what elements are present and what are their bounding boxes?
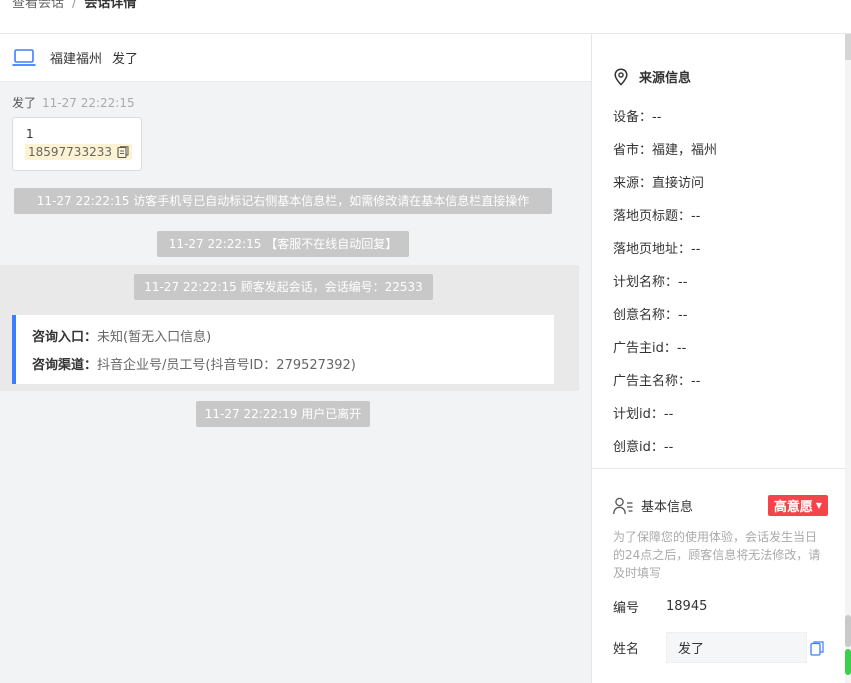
customer-id-label: 编号 xyxy=(613,601,640,616)
system-message-user-left: 11-27 22:22:19 用户已离开 xyxy=(196,401,370,427)
source-item-region: 省市：福建，福州 xyxy=(613,139,717,172)
customer-name-field: 姓名 发了 xyxy=(613,632,807,663)
source-item-advertiser-name: 广告主名称：-- xyxy=(613,370,717,403)
channel-label: 咨询渠道： xyxy=(32,358,98,373)
source-item-label: 来源： xyxy=(613,176,653,191)
source-item-label: 落地页标题： xyxy=(613,209,692,224)
section-divider xyxy=(592,468,845,469)
copy-icon[interactable] xyxy=(117,145,129,159)
source-item-label: 设备： xyxy=(613,110,653,125)
source-item-plan-id: 计划id：-- xyxy=(613,403,717,436)
source-info-list: 设备：-- 省市：福建，福州 来源：直接访问 落地页标题：-- 落地页地址：--… xyxy=(613,106,717,469)
customer-id-field: 编号 18945 xyxy=(613,597,707,616)
source-item-value: -- xyxy=(678,275,688,290)
channel-value: 抖音企业号/员工号(抖音号ID：279527392) xyxy=(97,358,356,373)
source-item-value: 福建，福州 xyxy=(652,143,718,158)
intent-dropdown[interactable]: 高意愿 ▼ xyxy=(767,495,828,516)
breadcrumb-parent[interactable]: 查看会话 xyxy=(12,0,64,11)
user-list-icon xyxy=(613,497,633,514)
source-item-label: 创意名称： xyxy=(613,308,679,323)
source-item-source: 来源：直接访问 xyxy=(613,172,717,205)
source-info-title: 来源信息 xyxy=(613,67,691,86)
source-item-device: 设备：-- xyxy=(613,106,717,139)
location-pin-icon xyxy=(614,67,628,86)
visitor-location: 福建福州 xyxy=(50,52,103,67)
message-bubble: 1 18597733233 xyxy=(12,117,142,171)
source-item-landing-url: 落地页地址：-- xyxy=(613,238,717,271)
chat-header: 福建福州 发了 xyxy=(0,34,591,82)
basic-info-label: 基本信息 xyxy=(641,500,694,515)
breadcrumb-current: 会话详情 xyxy=(84,0,137,11)
entry-value: 未知(暂无入口信息) xyxy=(97,330,212,345)
copy-icon[interactable] xyxy=(810,641,824,656)
source-item-plan-name: 计划名称：-- xyxy=(613,271,717,304)
source-item-label: 广告主名称： xyxy=(613,374,692,389)
source-item-value: -- xyxy=(663,407,674,422)
customer-name-label: 姓名 xyxy=(613,642,640,657)
source-item-creative-id: 创意id：-- xyxy=(613,436,717,469)
chat-panel: 福建福州 发了 发了 11-27 22:22:15 1 18597733233 1… xyxy=(0,34,591,683)
source-item-value: -- xyxy=(691,242,701,257)
phone-highlight[interactable]: 18597733233 xyxy=(25,144,132,160)
source-item-label: 计划名称： xyxy=(613,275,679,290)
breadcrumb-separator: / xyxy=(72,0,77,11)
source-item-label: 落地页地址： xyxy=(613,242,692,257)
source-info-label: 来源信息 xyxy=(639,71,692,86)
source-item-label: 省市： xyxy=(613,143,653,158)
source-item-landing-title: 落地页标题：-- xyxy=(613,205,717,238)
source-item-creative-name: 创意名称：-- xyxy=(613,304,717,337)
system-message-session-start: 11-27 22:22:15 顾客发起会话，会话编号：22533 xyxy=(134,274,433,300)
scrollbar-top-segment xyxy=(845,34,851,60)
caret-down-icon: ▼ xyxy=(815,501,822,510)
message-sender: 发了 xyxy=(12,96,37,110)
source-item-advertiser-id: 广告主id：-- xyxy=(613,337,717,370)
message-text: 1 xyxy=(26,127,34,141)
scrollbar-indicator xyxy=(845,649,851,675)
source-item-value: -- xyxy=(691,209,701,224)
customer-name-input[interactable]: 发了 xyxy=(666,632,807,663)
visitor-name: 发了 xyxy=(112,52,139,67)
system-message-phone-marked: 11-27 22:22:15 访客手机号已自动标记右侧基本信息栏，如需修改请在基… xyxy=(14,188,552,214)
source-item-value: -- xyxy=(691,374,701,389)
entry-info-card: 咨询入口：未知(暂无入口信息) 咨询渠道：抖音企业号/员工号(抖音号ID：279… xyxy=(12,315,554,384)
laptop-icon xyxy=(12,48,36,66)
system-message-auto-reply: 11-27 22:22:15 【客服不在线自动回复】 xyxy=(157,231,409,257)
visitor-info-panel: 来源信息 设备：-- 省市：福建，福州 来源：直接访问 落地页标题：-- 落地页… xyxy=(591,34,845,683)
breadcrumb: 查看会话 / 会话详情 xyxy=(0,0,851,34)
edit-notice: 为了保障您的使用体验，会话发生当日的24点之后，顾客信息将无法修改，请及时填写 xyxy=(613,530,821,580)
message-time: 11-27 22:22:15 xyxy=(42,96,135,110)
scrollbar-thumb[interactable] xyxy=(845,615,851,647)
message-meta: 发了 11-27 22:22:15 xyxy=(12,94,135,111)
source-item-value: -- xyxy=(678,308,688,323)
basic-info-title: 基本信息 高意愿 ▼ xyxy=(613,495,828,516)
customer-id-value: 18945 xyxy=(666,599,708,614)
source-item-value: -- xyxy=(676,341,687,356)
source-item-value: 直接访问 xyxy=(652,176,705,191)
entry-label: 咨询入口： xyxy=(32,330,98,345)
source-item-label: 计划id： xyxy=(613,407,664,422)
source-item-label: 创意id： xyxy=(613,440,664,455)
customer-name-value: 发了 xyxy=(678,642,705,657)
intent-value: 高意愿 xyxy=(773,500,813,515)
source-item-label: 广告主id： xyxy=(613,341,677,356)
scrollbar[interactable] xyxy=(845,34,851,683)
source-item-value: -- xyxy=(663,440,674,455)
phone-number: 18597733233 xyxy=(28,145,112,159)
source-item-value: -- xyxy=(652,110,662,125)
